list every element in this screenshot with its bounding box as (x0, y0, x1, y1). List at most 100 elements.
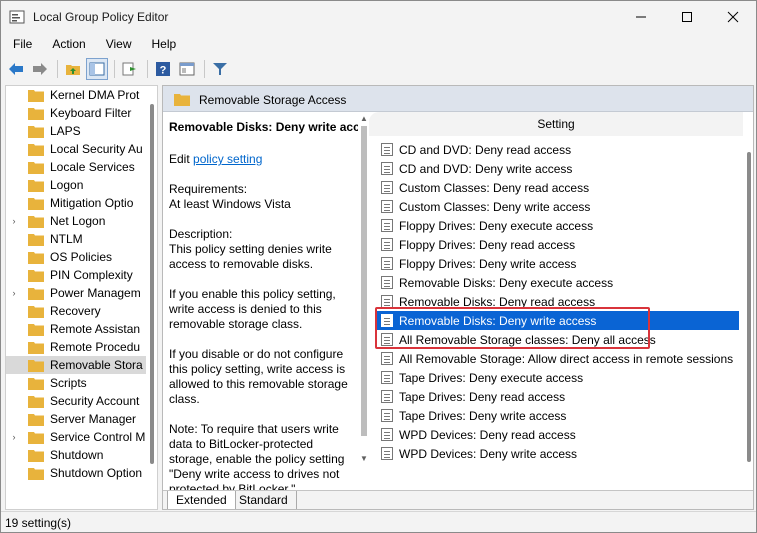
scroll-down-icon[interactable]: ▼ (360, 454, 368, 463)
tree-item[interactable]: Mitigation Optio (6, 194, 146, 212)
settings-list[interactable]: Setting CD and DVD: Deny read access CD a… (369, 112, 753, 482)
export-list-button[interactable] (119, 58, 141, 80)
tree-item-label: Service Control M (50, 430, 146, 444)
minimize-icon (636, 16, 646, 18)
setting-label: All Removable Storage: Allow direct acce… (399, 351, 734, 366)
setting-row[interactable]: Floppy Drives: Deny write access (377, 254, 739, 273)
minimize-button[interactable] (618, 1, 664, 33)
help-button[interactable]: ? (152, 58, 174, 80)
tree-item-label: Remote Procedu (50, 340, 141, 354)
filter-icon (213, 63, 227, 75)
tree-item[interactable]: Remote Procedu (6, 338, 146, 356)
tree-item[interactable]: Local Security Au (6, 140, 146, 158)
tree-item[interactable]: Removable Stora (6, 356, 146, 374)
show-hide-tree-button[interactable] (86, 58, 108, 80)
edit-line: Edit policy setting (169, 152, 359, 167)
column-header-setting[interactable]: Setting (369, 112, 743, 136)
setting-row[interactable]: WPD Devices: Deny read access (377, 425, 739, 444)
toolbar-separator (147, 60, 148, 78)
menu-file[interactable]: File (1, 34, 40, 54)
tree-item-label: Net Logon (50, 214, 106, 228)
policy-setting-icon (381, 447, 393, 460)
menu-help[interactable]: Help (140, 34, 185, 54)
tab-extended[interactable]: Extended (167, 491, 236, 509)
tree-item[interactable]: › Power Managem (6, 284, 146, 302)
scrollbar-thumb[interactable] (150, 104, 154, 464)
tree-item-label: Removable Stora (50, 358, 143, 372)
scroll-up-icon[interactable]: ▲ (360, 114, 368, 123)
tree-item[interactable]: › Net Logon (6, 212, 146, 230)
tree-item-label: Keyboard Filter (50, 106, 132, 120)
up-folder-button[interactable] (62, 58, 84, 80)
setting-row[interactable]: Floppy Drives: Deny read access (377, 235, 739, 254)
folder-icon (28, 269, 44, 282)
setting-row[interactable]: Custom Classes: Deny write access (377, 197, 739, 216)
menu-action[interactable]: Action (40, 34, 93, 54)
policy-setting-icon (381, 409, 393, 422)
console-tree[interactable]: Kernel DMA Prot Keyboard Filter LAPS Local … (5, 85, 158, 510)
tree-scrollbar[interactable] (147, 86, 157, 509)
folder-icon (28, 125, 44, 138)
back-button[interactable] (5, 58, 27, 80)
close-button[interactable] (710, 1, 756, 33)
setting-row[interactable]: Removable Disks: Deny execute access (377, 273, 739, 292)
back-arrow-icon (9, 63, 23, 75)
menu-view[interactable]: View (94, 34, 140, 54)
tree-item[interactable]: Locale Services (6, 158, 146, 176)
policy-setting-icon (381, 352, 393, 365)
tree-item[interactable]: OS Policies (6, 248, 146, 266)
tree-item[interactable]: LAPS (6, 122, 146, 140)
properties-button[interactable] (176, 58, 198, 80)
toolbar: ? (1, 56, 756, 82)
setting-label: WPD Devices: Deny read access (399, 427, 576, 442)
scrollbar-thumb[interactable] (361, 126, 367, 436)
tree-item[interactable]: › Service Control M (6, 428, 146, 446)
setting-row[interactable]: Custom Classes: Deny read access (377, 178, 739, 197)
window-title: Local Group Policy Editor (33, 10, 169, 24)
setting-row[interactable]: WPD Devices: Deny write access (377, 444, 739, 463)
folder-icon (28, 215, 44, 228)
setting-row[interactable]: Tape Drives: Deny write access (377, 406, 739, 425)
tree-item-label: NTLM (50, 232, 83, 246)
setting-row[interactable]: CD and DVD: Deny read access (377, 140, 739, 159)
setting-row[interactable]: CD and DVD: Deny write access (377, 159, 739, 178)
tree-item[interactable]: Logon (6, 176, 146, 194)
setting-row[interactable]: Tape Drives: Deny read access (377, 387, 739, 406)
tree-item[interactable]: PIN Complexity (6, 266, 146, 284)
tree-item[interactable]: Shutdown (6, 446, 146, 464)
tree-item[interactable]: Remote Assistan (6, 320, 146, 338)
tree-item[interactable]: Recovery (6, 302, 146, 320)
setting-row[interactable]: Tape Drives: Deny execute access (377, 368, 739, 387)
tree-item[interactable]: Scripts (6, 374, 146, 392)
edit-prefix: Edit (169, 152, 194, 166)
tree-item[interactable]: Keyboard Filter (6, 104, 146, 122)
chevron-right-icon[interactable]: › (8, 216, 20, 226)
folder-header-title: Removable Storage Access (199, 93, 347, 107)
chevron-right-icon[interactable]: › (8, 288, 20, 298)
policy-setting-icon (381, 219, 393, 232)
tree-item-label: Security Account (50, 394, 140, 408)
setting-row[interactable]: Floppy Drives: Deny execute access (377, 216, 739, 235)
tree-item[interactable]: Security Account (6, 392, 146, 410)
setting-row[interactable]: All Removable Storage: Allow direct acce… (377, 349, 739, 368)
console-tree-icon (89, 62, 105, 76)
folder-icon (28, 287, 44, 300)
tab-standard[interactable]: Standard (231, 491, 297, 509)
forward-button[interactable] (29, 58, 51, 80)
chevron-right-icon[interactable]: › (8, 432, 20, 442)
extended-description: Removable Disks: Deny write access Edit … (163, 112, 369, 492)
scrollbar-thumb[interactable] (747, 152, 751, 462)
filter-button[interactable] (209, 58, 231, 80)
tree-item[interactable]: Kernel DMA Prot (6, 86, 146, 104)
policy-setting-link[interactable]: policy setting (193, 152, 262, 166)
tree-item[interactable]: Shutdown Option (6, 464, 146, 482)
tree-item[interactable]: NTLM (6, 230, 146, 248)
tree-item[interactable]: Server Manager (6, 410, 146, 428)
maximize-button[interactable] (664, 1, 710, 33)
list-scrollbar[interactable] (743, 112, 753, 482)
policy-title: Removable Disks: Deny write access (169, 120, 369, 134)
description-text: This policy setting denies write access … (169, 242, 332, 271)
menu-bar: File Action View Help (1, 34, 756, 54)
setting-label: Tape Drives: Deny execute access (399, 370, 584, 385)
disable-text: If you disable or do not configure this … (169, 347, 348, 406)
